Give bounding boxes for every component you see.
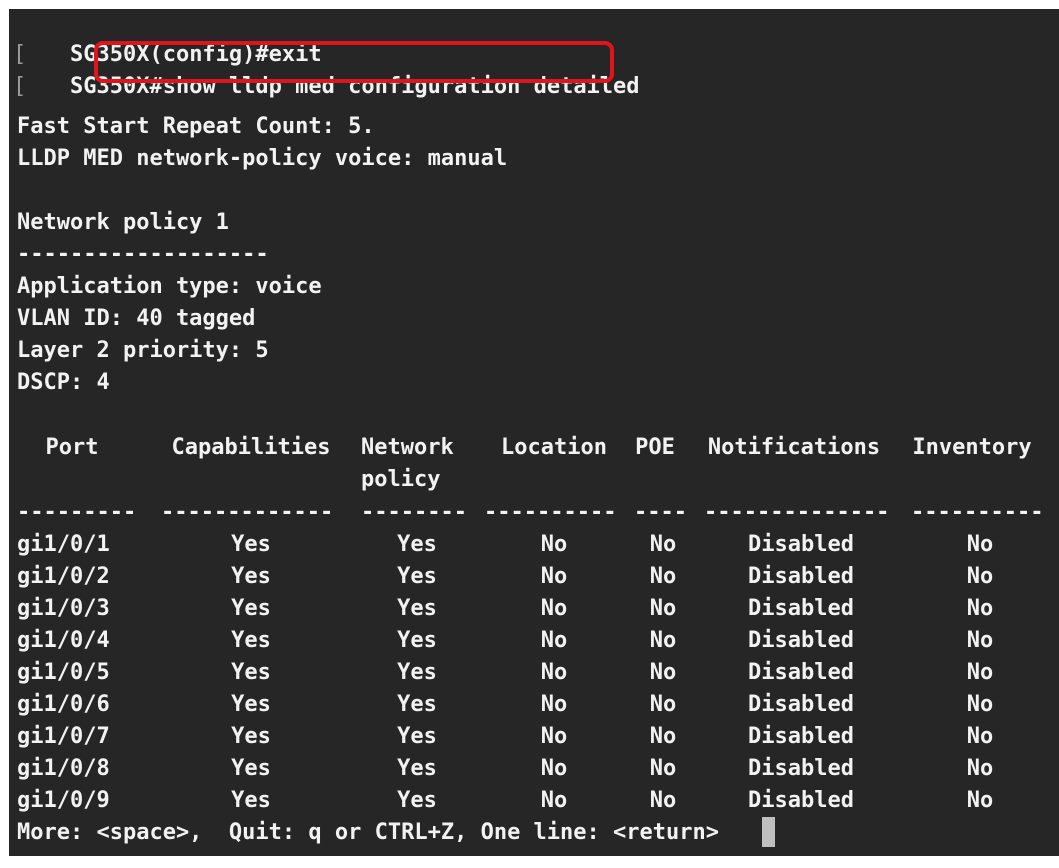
dscp-line: DSCP: 4 xyxy=(17,370,110,395)
header-location: Location xyxy=(501,435,607,460)
cell-network: Yes xyxy=(397,692,437,717)
header-network-policy: policy xyxy=(361,467,441,492)
cell-network: Yes xyxy=(397,564,437,589)
cell-capabilities: Yes xyxy=(231,692,271,717)
cell-capabilities: Yes xyxy=(231,628,271,653)
header-port: Port xyxy=(45,435,99,460)
cell-inventory: No xyxy=(966,788,994,813)
divider-network: -------- xyxy=(361,500,467,525)
cell-location: No xyxy=(540,788,568,813)
cell-poe: No xyxy=(649,660,677,685)
cell-poe: No xyxy=(649,628,677,653)
cell-capabilities: Yes xyxy=(231,724,271,749)
cell-poe: No xyxy=(649,756,677,781)
policy-divider-line: ------------------- xyxy=(17,242,269,267)
cell-network: Yes xyxy=(397,628,437,653)
application-type-line: Application type: voice xyxy=(17,274,322,299)
cell-inventory: No xyxy=(966,564,994,589)
terminal-window[interactable]: [SG350X(config)#exit [SG350X#show lldp m… xyxy=(9,9,1059,856)
vlan-id-line: VLAN ID: 40 tagged xyxy=(17,306,256,331)
cell-notifications: Disabled xyxy=(748,788,854,813)
cell-port: gi1/0/9 xyxy=(17,788,110,813)
divider-capabilities: ------------- xyxy=(161,500,334,525)
cell-capabilities: Yes xyxy=(231,564,271,589)
divider-notifications: -------------- xyxy=(704,500,890,525)
header-network: Network xyxy=(361,435,454,460)
layer2-priority-line: Layer 2 priority: 5 xyxy=(17,338,269,363)
cell-notifications: Disabled xyxy=(748,724,854,749)
cell-location: No xyxy=(540,692,568,717)
cell-poe: No xyxy=(649,564,677,589)
cell-port: gi1/0/2 xyxy=(17,564,110,589)
cell-port: gi1/0/5 xyxy=(17,660,110,685)
cell-capabilities: Yes xyxy=(231,788,271,813)
divider-inventory: ---------- xyxy=(911,500,1044,525)
command-highlight-box xyxy=(94,41,614,83)
cell-inventory: No xyxy=(966,724,994,749)
cell-notifications: Disabled xyxy=(748,564,854,589)
divider-location: ---------- xyxy=(484,500,617,525)
cell-port: gi1/0/6 xyxy=(17,692,110,717)
cell-poe: No xyxy=(649,724,677,749)
cell-notifications: Disabled xyxy=(748,596,854,621)
cell-location: No xyxy=(540,532,568,557)
cell-location: No xyxy=(540,756,568,781)
cell-port: gi1/0/7 xyxy=(17,724,110,749)
cell-port: gi1/0/3 xyxy=(17,596,110,621)
cell-poe: No xyxy=(649,788,677,813)
cell-poe: No xyxy=(649,532,677,557)
line-bracket: [ xyxy=(13,74,27,99)
more-prompt-line: More: <space>, Quit: q or CTRL+Z, One li… xyxy=(17,820,719,845)
divider-port: --------- xyxy=(17,500,137,525)
cell-capabilities: Yes xyxy=(231,596,271,621)
cell-capabilities: Yes xyxy=(231,756,271,781)
header-inventory: Inventory xyxy=(912,435,1032,460)
previous-command-line: [SG350X(config)#exit xyxy=(13,9,322,67)
cell-location: No xyxy=(540,596,568,621)
cell-inventory: No xyxy=(966,692,994,717)
cell-inventory: No xyxy=(966,532,994,557)
cell-inventory: No xyxy=(966,596,994,621)
header-notifications: Notifications xyxy=(707,435,881,460)
cell-notifications: Disabled xyxy=(748,532,854,557)
cell-network: Yes xyxy=(397,788,437,813)
header-capabilities: Capabilities xyxy=(171,435,331,460)
policy-title-line: Network policy 1 xyxy=(17,210,229,235)
cell-network: Yes xyxy=(397,532,437,557)
cell-network: Yes xyxy=(397,596,437,621)
cell-capabilities: Yes xyxy=(231,660,271,685)
cell-network: Yes xyxy=(397,756,437,781)
cell-location: No xyxy=(540,564,568,589)
cell-notifications: Disabled xyxy=(748,756,854,781)
terminal-cursor xyxy=(762,817,775,847)
cell-inventory: No xyxy=(966,628,994,653)
divider-poe: ---- xyxy=(634,500,687,525)
cell-inventory: No xyxy=(966,756,994,781)
cell-network: Yes xyxy=(397,724,437,749)
cell-location: No xyxy=(540,724,568,749)
cell-network: Yes xyxy=(397,660,437,685)
cell-poe: No xyxy=(649,596,677,621)
cell-capabilities: Yes xyxy=(231,532,271,557)
cell-poe: No xyxy=(649,692,677,717)
cell-notifications: Disabled xyxy=(748,660,854,685)
policy-mode-line: LLDP MED network-policy voice: manual xyxy=(17,146,508,171)
fast-start-line: Fast Start Repeat Count: 5. xyxy=(17,114,375,139)
cell-notifications: Disabled xyxy=(748,628,854,653)
cell-port: gi1/0/1 xyxy=(17,532,110,557)
header-poe: POE xyxy=(635,435,675,460)
cell-port: gi1/0/8 xyxy=(17,756,110,781)
cell-location: No xyxy=(540,660,568,685)
cell-notifications: Disabled xyxy=(748,692,854,717)
cell-port: gi1/0/4 xyxy=(17,628,110,653)
cell-inventory: No xyxy=(966,660,994,685)
cell-location: No xyxy=(540,628,568,653)
